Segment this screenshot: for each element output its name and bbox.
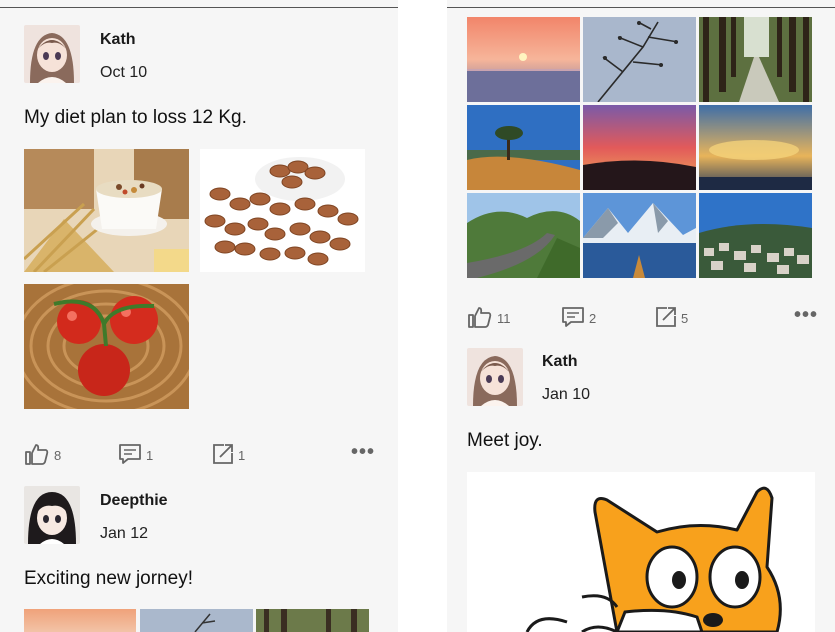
photo-sunset[interactable] (24, 609, 136, 632)
photo-tomatoes[interactable] (24, 284, 189, 409)
avatar[interactable] (467, 348, 523, 406)
comment-icon (561, 306, 585, 331)
photo-hillside-village[interactable] (699, 193, 812, 278)
top-divider (0, 7, 398, 8)
comment-button[interactable]: 2 (561, 306, 596, 331)
share-icon (655, 306, 677, 331)
post-date: Oct 10 (100, 64, 148, 81)
comment-count: 1 (146, 448, 154, 463)
left-phone-screen: Kath Oct 10 My diet plan to loss 12 Kg. (0, 0, 398, 632)
author-name[interactable]: Deepthie (100, 492, 168, 510)
photo-mountain-lake[interactable] (583, 193, 696, 278)
photo-breakfast[interactable] (24, 149, 189, 272)
photo-forest-road[interactable] (699, 17, 812, 102)
post-text: My diet plan to loss 12 Kg. (24, 107, 247, 128)
thumbs-up-icon (24, 443, 50, 468)
share-count: 1 (238, 448, 246, 463)
share-icon (212, 443, 234, 468)
photo-scratch-cat[interactable] (467, 472, 815, 632)
photo-tree-hill[interactable] (467, 105, 580, 190)
avatar[interactable] (24, 486, 80, 544)
author-name[interactable]: Kath (542, 353, 578, 371)
post-text: Exciting new jorney! (24, 568, 193, 589)
share-count: 5 (681, 311, 689, 326)
photo-sunset[interactable] (467, 17, 580, 102)
post-date: Jan 12 (100, 525, 149, 542)
post-date: Jan 10 (542, 386, 591, 403)
photo-almonds[interactable] (200, 149, 365, 272)
share-button[interactable]: 5 (655, 306, 688, 331)
photo-forest-road[interactable] (256, 609, 369, 632)
top-divider (447, 7, 835, 8)
photo-mountain-road[interactable] (467, 193, 580, 278)
photo-branches[interactable] (140, 609, 253, 632)
right-phone-screen: 11 2 5 ••• Kath Jan 10 Meet joy. (447, 0, 835, 632)
avatar[interactable] (24, 25, 80, 83)
photo-red-sunset[interactable] (583, 105, 696, 190)
like-count: 11 (497, 311, 511, 326)
like-button[interactable]: 11 (467, 306, 511, 331)
more-icon[interactable]: ••• (351, 441, 375, 464)
thumbs-up-icon (467, 306, 493, 331)
author-name[interactable]: Kath (100, 31, 136, 49)
comment-count: 2 (589, 311, 597, 326)
share-button[interactable]: 1 (212, 443, 245, 468)
like-button[interactable]: 8 (24, 443, 61, 468)
comment-button[interactable]: 1 (118, 443, 153, 468)
photo-cloud-rays[interactable] (699, 105, 812, 190)
comment-icon (118, 443, 142, 468)
like-count: 8 (54, 448, 62, 463)
more-icon[interactable]: ••• (794, 304, 818, 327)
photo-branches[interactable] (583, 17, 696, 102)
post-text: Meet joy. (467, 430, 543, 451)
